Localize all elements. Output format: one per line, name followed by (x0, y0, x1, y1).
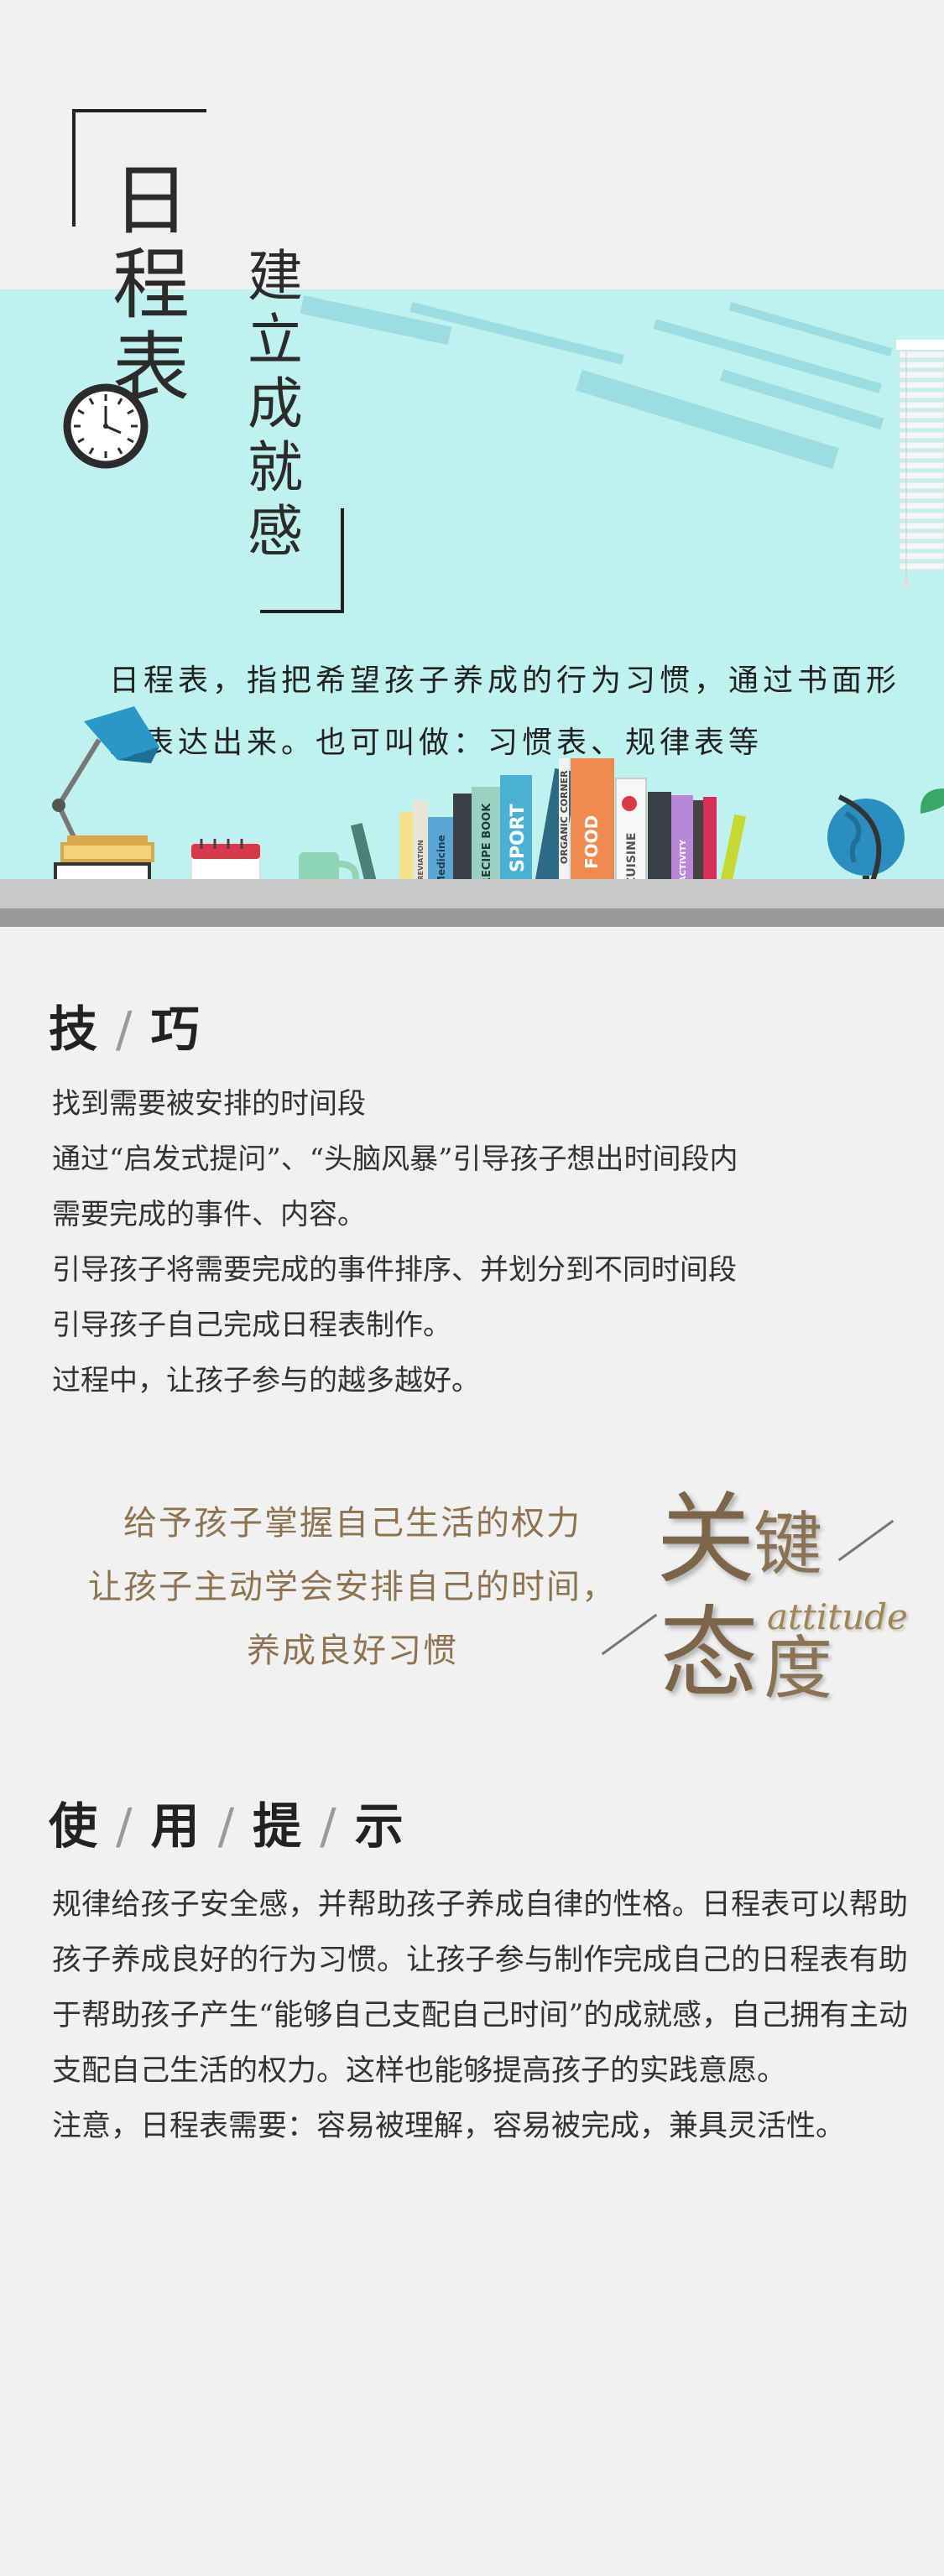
usage-body: 规律给孩子安全感，并帮助孩子养成自律的性格。日程表可以帮助孩子养成良好的行为习惯… (52, 1877, 908, 2154)
tip-line: 过程中，让孩子参与的越多越好。 (52, 1364, 480, 1397)
title-char: 程 (112, 240, 190, 330)
subtitle-char: 就 (248, 435, 303, 500)
usage-note: 注意，日程表需要：容易被理解，容易被完成，兼具灵活性。 (52, 2110, 846, 2143)
usage-heading: 使 / 用 / 提 / 示 (49, 1787, 407, 1857)
key-char: 度 (764, 1629, 833, 1709)
tip-line: 引导孩子将需要完成的事件排序、并划分到不同时间段 (52, 1253, 737, 1287)
heading-separator: / (217, 1798, 238, 1855)
hero-banner: 日 程 表 建 立 成 就 感 日程表，指把希望孩子养成的行为习惯，通过书面形 … (0, 0, 944, 927)
clock-icon (63, 383, 149, 469)
heading-separator: / (320, 1798, 340, 1855)
book-spine-label: ACTIVITY (679, 839, 688, 882)
quote-line: 养成良好习惯 (247, 1631, 458, 1670)
key-char: 态 (660, 1595, 759, 1711)
heading-char: 巧 (150, 1001, 203, 1058)
book-spine-label: SPORT (508, 804, 529, 872)
book-spine-label: Medicine (435, 835, 447, 886)
heading-char: 用 (150, 1798, 203, 1855)
subtitle-char: 成 (248, 372, 303, 436)
usage-paragraph: 规律给孩子安全感，并帮助孩子养成自律的性格。日程表可以帮助孩子养成良好的行为习惯… (52, 1888, 908, 2088)
page-title: 日 程 表 (109, 159, 193, 411)
tip-line: 找到需要被安排的时间段 (52, 1087, 366, 1121)
heading-char: 示 (354, 1798, 407, 1855)
tip-line: 需要完成的事件、内容。 (52, 1198, 366, 1231)
decorative-slash (837, 1519, 894, 1562)
tips-list: 找到需要被安排的时间段 通过“启发式提问”、“头脑风暴”引导孩子想出时间段内 需… (52, 1076, 908, 1408)
desk-edge (0, 908, 944, 927)
plant-icon (920, 788, 944, 814)
window-blinds (896, 340, 944, 586)
key-attitude-quote: 给予孩子掌握自己生活的权力 让孩子主动学会安排自己的时间， 养成良好习惯 (34, 1491, 671, 1683)
book-spine-label: FOOD (582, 815, 602, 869)
subtitle-char: 建 (248, 244, 303, 309)
quote-line: 给予孩子掌握自己生活的权力 (123, 1504, 582, 1543)
tip-line: 通过“启发式提问”、“头脑风暴”引导孩子想出时间段内 (52, 1142, 738, 1176)
book-spine-label: CUISINE (625, 833, 639, 886)
quote-line: 让孩子主动学会安排自己的时间， (88, 1568, 617, 1606)
heading-char: 技 (49, 1001, 102, 1058)
tip-line: 引导孩子自己完成日程表制作。 (52, 1309, 451, 1342)
book-spine-label: ORGANIC CORNER (559, 770, 570, 864)
heading-separator: / (116, 1001, 136, 1058)
page-subtitle: 建 立 成 就 感 (242, 245, 309, 564)
key-char: 关 (656, 1481, 756, 1597)
key-char: 键 (754, 1505, 823, 1585)
subtitle-char: 感 (248, 499, 303, 564)
desk-surface (0, 879, 944, 908)
title-char: 日 (112, 156, 190, 246)
heading-char: 使 (49, 1798, 102, 1855)
book-spine-label: RECIPE BOOK (481, 803, 493, 886)
heading-char: 提 (253, 1798, 305, 1855)
heading-separator: / (116, 1798, 136, 1855)
tips-heading: 技 / 巧 (49, 990, 203, 1060)
subtitle-char: 立 (248, 308, 303, 372)
key-attitude-badge: 关 键 attitude 态 度 (601, 1481, 908, 1724)
